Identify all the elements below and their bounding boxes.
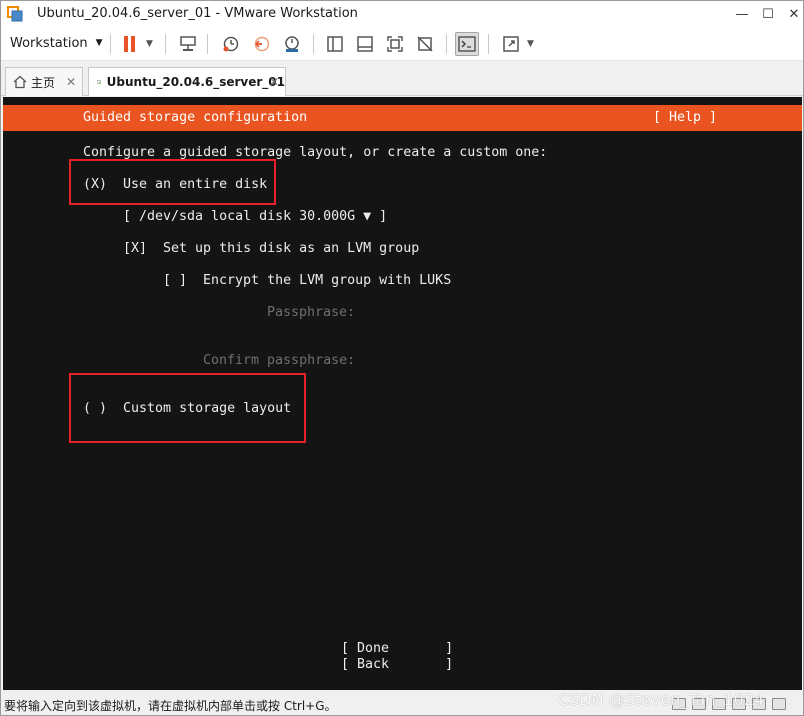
snapshot-button[interactable] xyxy=(219,32,243,56)
toolbar-divider xyxy=(446,34,447,54)
tab-ubuntu-vm[interactable]: Ubuntu_20.04.6_server_01 ✕ xyxy=(88,67,286,96)
thumbnail-bar-button[interactable] xyxy=(353,32,377,56)
stretch-icon xyxy=(503,36,519,52)
vmware-window: Ubuntu_20.04.6_server_01 - VMware Workst… xyxy=(0,0,804,716)
help-button[interactable]: [ Help ] xyxy=(653,110,717,126)
toolbar: Workstation ▼ ▼ ▼ xyxy=(1,27,803,61)
title-bar: Ubuntu_20.04.6_server_01 - VMware Workst… xyxy=(1,1,803,27)
terminal-icon xyxy=(458,36,476,52)
lvm-checkbox[interactable]: [X] Set up this disk as an LVM group xyxy=(123,241,419,257)
toolbar-divider xyxy=(110,34,111,54)
pause-button[interactable] xyxy=(118,32,142,56)
tab-ubuntu-vm-label: Ubuntu_20.04.6_server_01 xyxy=(106,75,285,89)
fullscreen-icon xyxy=(387,36,403,52)
encrypt-luks-checkbox[interactable]: [ ] Encrypt the LVM group with LUKS xyxy=(163,273,451,289)
workstation-menu[interactable]: Workstation ▼ xyxy=(10,33,103,53)
close-button[interactable]: ✕ xyxy=(779,1,803,27)
toolbar-divider xyxy=(207,34,208,54)
home-icon xyxy=(13,75,27,89)
unity-mode-icon xyxy=(417,36,433,52)
console-view-button[interactable] xyxy=(455,32,479,56)
full-screen-button[interactable] xyxy=(383,32,407,56)
status-bar: 要将输入定向到该虚拟机，请在虚拟机内部单击或按 Ctrl+G。 CSDN @St… xyxy=(1,690,803,715)
tab-home-label: 主页 xyxy=(31,75,56,90)
tab-bar: 主页 ✕ Ubuntu_20.04.6_server_01 ✕ xyxy=(1,62,803,96)
close-icon[interactable]: ✕ xyxy=(66,75,76,89)
chevron-down-icon[interactable]: ▼ xyxy=(146,39,153,49)
toolbar-divider xyxy=(313,34,314,54)
csdn-watermark: CSDN @Steven_Tan_1024 xyxy=(558,690,765,709)
show-library-button[interactable] xyxy=(323,32,347,56)
status-message: 要将输入定向到该虚拟机，请在虚拟机内部单击或按 Ctrl+G。 xyxy=(4,699,337,713)
display-icon[interactable] xyxy=(772,698,786,710)
close-icon[interactable]: ✕ xyxy=(269,75,279,89)
vmware-app-icon xyxy=(7,6,23,22)
stretch-view-button[interactable] xyxy=(499,32,523,56)
toolbar-divider xyxy=(488,34,489,54)
chevron-down-icon: ▼ xyxy=(95,38,103,48)
highlight-box-custom-layout xyxy=(69,373,306,443)
snapshot-manager-icon xyxy=(285,36,299,52)
vm-icon xyxy=(97,80,102,85)
snapshot-clock-icon xyxy=(223,36,239,52)
revert-snapshot-button[interactable] xyxy=(250,32,274,56)
tab-home[interactable]: 主页 ✕ xyxy=(5,67,83,96)
send-keys-button[interactable] xyxy=(176,32,200,56)
snapshot-manager-button[interactable] xyxy=(280,32,304,56)
chevron-down-icon[interactable]: ▼ xyxy=(527,39,534,49)
sidebar-layout-icon xyxy=(327,36,343,52)
back-button[interactable]: [ Back ] xyxy=(341,657,453,673)
workstation-menu-label: Workstation xyxy=(10,35,88,51)
window-title: Ubuntu_20.04.6_server_01 - VMware Workst… xyxy=(37,6,358,21)
passphrase-label: Passphrase: xyxy=(267,305,356,320)
pause-icon xyxy=(124,36,135,52)
installer-header: Guided storage configuration [ Help ] xyxy=(3,105,802,131)
computer-icon xyxy=(180,36,196,51)
installer-header-title: Guided storage configuration xyxy=(83,110,308,125)
unity-button[interactable] xyxy=(413,32,437,56)
disk-select-dropdown[interactable]: [ /dev/sda local disk 30.000G ▼ ] xyxy=(123,209,387,225)
revert-icon xyxy=(254,36,270,52)
bottom-panel-icon xyxy=(357,36,373,52)
highlight-box-entire-disk xyxy=(69,159,276,205)
confirm-passphrase-label: Confirm passphrase: xyxy=(203,353,356,368)
toolbar-divider xyxy=(165,34,166,54)
done-button[interactable]: [ Done ] xyxy=(341,641,453,657)
vm-console[interactable]: Guided storage configuration [ Help ] Co… xyxy=(3,97,802,690)
